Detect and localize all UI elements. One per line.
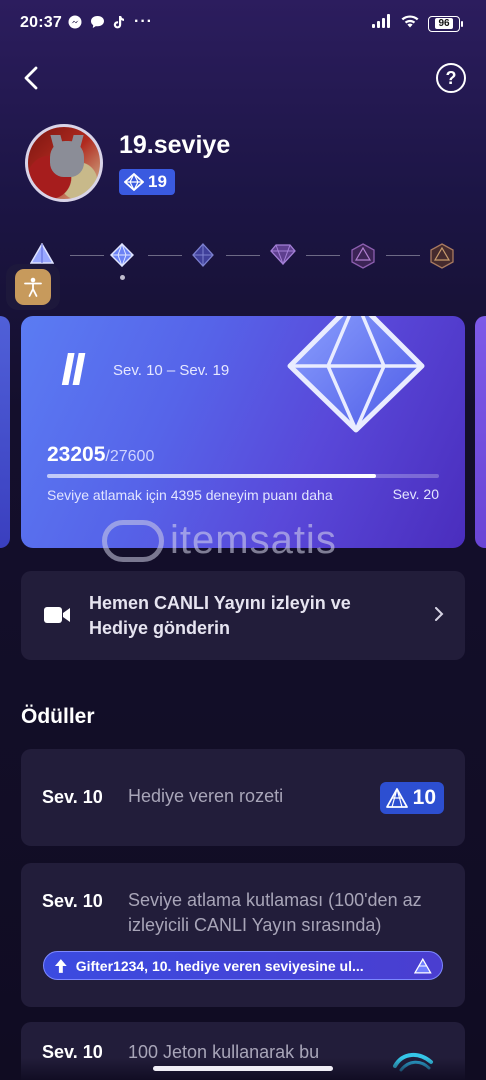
notification-text: Gifter1234, 10. hediye veren seviyesine … — [75, 957, 364, 974]
arrow-up-icon — [54, 958, 67, 973]
signal-icon — [372, 14, 392, 33]
watermark: itemsatis — [102, 518, 337, 563]
crystal-icon — [192, 243, 214, 267]
avatar — [25, 124, 103, 202]
cat-picture — [50, 141, 84, 177]
hexagon-gem-icon — [351, 243, 375, 269]
current-tier-dot — [120, 275, 125, 280]
progress-fill — [47, 474, 377, 478]
watermark-logo — [102, 519, 164, 562]
gem-icon — [270, 244, 296, 266]
pyramid-icon — [414, 957, 432, 973]
help-button[interactable]: ? — [436, 63, 466, 93]
reward-description: Seviye atlama kutlaması (100'den az izle… — [128, 890, 422, 935]
status-app-icons: ··· — [68, 13, 153, 30]
level-up-notification-preview: Gifter1234, 10. hediye veren seviyesine … — [43, 951, 443, 980]
gifter-badge-number: 10 — [412, 786, 436, 809]
track-line — [386, 255, 420, 256]
tier-range: Sev. 10 – Sev. 19 — [113, 362, 230, 379]
back-button[interactable] — [18, 64, 46, 92]
track-line — [148, 255, 182, 256]
tier-2-gem[interactable] — [109, 242, 135, 268]
progress-bar — [47, 474, 439, 478]
progress-hint: Seviye atlamak için 4395 deneyim puanı d… — [47, 487, 333, 503]
diamond-icon — [124, 173, 144, 191]
level-badge: 19 — [119, 169, 175, 195]
status-time: 20:37 — [20, 14, 62, 31]
reward-item[interactable]: Sev. 10 Hediye veren rozeti 10 — [21, 749, 465, 846]
chevron-right-icon — [433, 604, 445, 627]
pyramid-icon — [385, 788, 408, 808]
next-level-label: Sev. 20 — [392, 486, 439, 502]
level-card[interactable]: II Sev. 10 – Sev. 19 23205/27600 Seviye … — [21, 316, 465, 548]
pyramid-icon — [29, 242, 55, 264]
tier-6-gem[interactable] — [429, 243, 454, 269]
previous-card-edge[interactable] — [0, 316, 10, 548]
accessibility-float-button[interactable] — [6, 264, 60, 310]
progress-value: 23205/27600 — [47, 443, 155, 466]
tier-3-gem[interactable] — [191, 243, 215, 267]
hexagon-gem-icon — [430, 243, 454, 269]
chat-bubble-icon — [90, 15, 104, 29]
tier-4-gem[interactable] — [270, 243, 296, 267]
reward-level: Sev. 10 — [42, 891, 103, 911]
big-diamond-icon — [287, 316, 425, 433]
track-line — [70, 255, 104, 256]
rewards-title: Ödüller — [21, 705, 95, 728]
wifi-icon — [400, 14, 420, 33]
level-track — [0, 238, 486, 280]
reward-item[interactable]: Sev. 10 Seviye atlama kutlaması (100'den… — [21, 863, 465, 1007]
tier-5-gem[interactable] — [350, 243, 375, 269]
battery-icon: 96 — [428, 15, 463, 32]
tiktok-icon — [112, 15, 126, 29]
reward-description: Hediye veren rozeti — [128, 786, 284, 806]
level-badge-number: 19 — [148, 172, 167, 191]
reward-level: Sev. 10 — [42, 787, 103, 807]
live-stream-cta[interactable]: Hemen CANLI Yayını izleyin ve Hediye gön… — [21, 571, 465, 660]
chevron-left-icon — [24, 66, 38, 90]
tier-roman-numeral: II — [61, 343, 85, 395]
messenger-icon — [68, 15, 82, 29]
question-icon: ? — [445, 67, 457, 88]
video-camera-icon — [44, 607, 70, 623]
status-right: 96 — [372, 14, 463, 33]
status-bar: 20:37 ··· 96 — [0, 0, 486, 46]
gifter-badge: 10 — [379, 782, 444, 814]
more-notifications: ··· — [134, 13, 153, 30]
live-stream-cta-label: Hemen CANLI Yayını izleyin ve Hediye gön… — [89, 593, 351, 638]
octahedron-icon — [109, 242, 135, 268]
accessibility-icon — [24, 277, 42, 297]
home-indicator[interactable] — [153, 1066, 333, 1071]
track-line — [226, 255, 260, 256]
page-title: 19.seviye — [119, 131, 231, 159]
track-line — [306, 255, 340, 256]
next-card-edge[interactable] — [475, 316, 486, 548]
